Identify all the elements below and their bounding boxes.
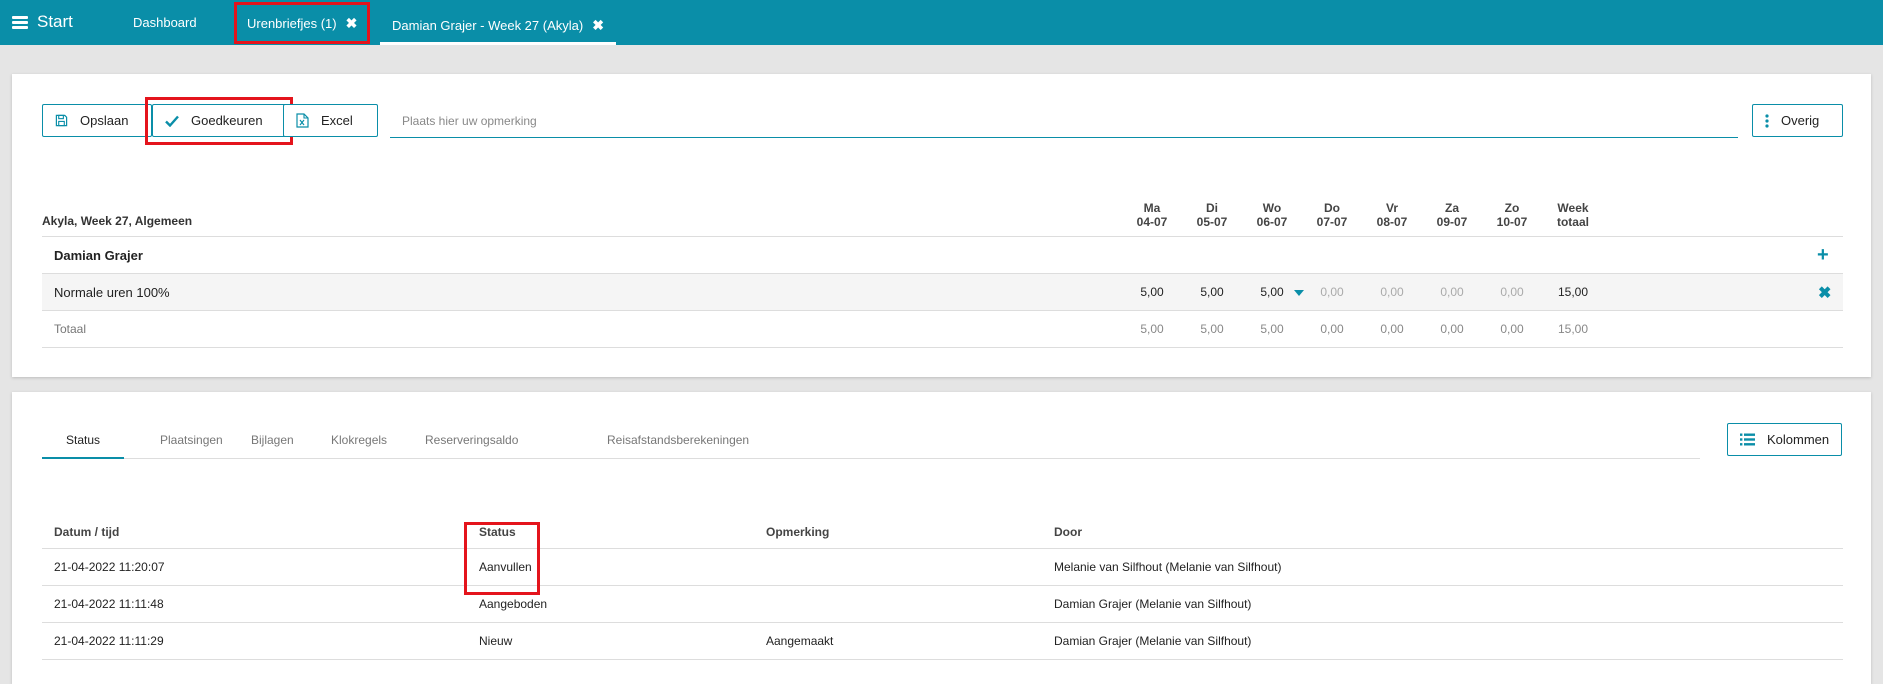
column-header-datetime[interactable]: Datum / tijd [54, 525, 119, 539]
table-row[interactable]: 21-04-2022 11:20:07 Aanvullen Melanie va… [42, 549, 1843, 586]
total-cell: 0,00 [1440, 322, 1464, 336]
columns-button-label: Kolommen [1767, 432, 1830, 447]
tab-dashboard[interactable]: Dashboard [133, 15, 197, 30]
tab-reserveringsaldo[interactable]: Reserveringsaldo [423, 432, 520, 457]
table-row[interactable]: 21-04-2022 11:11:29 Nieuw Aangemaakt Dam… [42, 623, 1843, 660]
save-button-label: Opslaan [80, 113, 129, 128]
column-header-remark[interactable]: Opmerking [766, 525, 829, 539]
hours-cell[interactable]: 0,00 [1422, 285, 1482, 299]
hours-table-header: Akyla, Week 27, Algemeen Ma 04-07 Di 05-07… [42, 198, 1843, 237]
tab-urenbriefjes[interactable]: Urenbriefjes (1) ✖ [234, 2, 371, 44]
day-header: Do 07-07 [1316, 201, 1348, 229]
approve-button-label: Goedkeuren [191, 113, 263, 128]
status-cell: Nieuw [479, 634, 513, 648]
status-cell: Aangeboden [479, 597, 548, 611]
tab-damian-week27[interactable]: Damian Grajer - Week 27 (Akyla) ✖ [380, 9, 616, 45]
hours-row-total: 15,00 [1557, 285, 1589, 299]
total-cell: 5,00 [1140, 322, 1164, 336]
timesheet-card: Opslaan Goedkeuren Excel Overig Akyla, W… [12, 74, 1871, 377]
employee-name: Damian Grajer [54, 248, 143, 263]
total-cell: 0,00 [1500, 322, 1524, 336]
check-icon [165, 115, 179, 127]
hours-cell[interactable]: 0,00 [1302, 285, 1362, 299]
hours-table-title: Akyla, Week 27, Algemeen [42, 214, 193, 228]
save-icon [55, 114, 68, 127]
status-table-header: Datum / tijd Status Opmerking Door [42, 522, 1843, 549]
main-menu-button[interactable]: Start [12, 12, 73, 32]
by-cell: Damian Grajer (Melanie van Silfhout) [1054, 597, 1252, 611]
day-header: Di 05-07 [1196, 201, 1228, 229]
status-table: Datum / tijd Status Opmerking Door 21-04… [42, 522, 1843, 660]
tab-urenbriefjes-label: Urenbriefjes (1) [247, 15, 337, 31]
excel-button-label: Excel [321, 113, 353, 128]
day-header: Ma 04-07 [1136, 201, 1168, 229]
hamburger-icon [12, 16, 28, 29]
hours-type-label: Normale uren 100% [54, 285, 170, 300]
total-cell: 5,00 [1260, 322, 1284, 336]
highlight-status [464, 522, 540, 595]
datetime-cell: 21-04-2022 11:20:07 [54, 560, 165, 574]
tab-reisafstandsberekeningen[interactable]: Reisafstandsberekeningen [605, 432, 751, 457]
total-cell: 0,00 [1320, 322, 1344, 336]
tab-dashboard-label: Dashboard [133, 15, 197, 30]
more-vertical-icon [1765, 113, 1769, 128]
excel-button[interactable]: Excel [283, 104, 378, 137]
close-icon[interactable]: ✖ [1818, 283, 1831, 303]
totals-label: Totaal [54, 322, 87, 336]
hours-cell[interactable]: 5,00 [1242, 285, 1302, 299]
remark-cell: Aangemaakt [766, 634, 834, 648]
table-row[interactable]: 21-04-2022 11:11:48 Aangeboden Damian Gr… [42, 586, 1843, 623]
tab-klokregels[interactable]: Klokregels [329, 432, 389, 457]
more-button[interactable]: Overig [1752, 104, 1843, 137]
day-header: Za 09-07 [1436, 201, 1468, 229]
top-navigation: Start Dashboard Urenbriefjes (1) ✖ Damia… [0, 0, 1883, 45]
employee-row: Damian Grajer + [42, 237, 1843, 274]
by-cell: Melanie van Silfhout (Melanie van Silfho… [1054, 560, 1282, 574]
total-cell: 5,00 [1200, 322, 1224, 336]
excel-icon [296, 113, 309, 128]
tab-bijlagen[interactable]: Bijlagen [249, 432, 296, 457]
approve-button[interactable]: Goedkeuren [152, 104, 286, 137]
day-header: Zo 10-07 [1496, 201, 1528, 229]
hours-cell[interactable]: 0,00 [1362, 285, 1422, 299]
columns-button[interactable]: Kolommen [1727, 423, 1842, 456]
total-cell: 0,00 [1380, 322, 1404, 336]
close-icon[interactable]: ✖ [592, 17, 604, 34]
datetime-cell: 21-04-2022 11:11:29 [54, 634, 164, 648]
detail-tabs: Status Plaatsingen Bijlagen Klokregels R… [42, 432, 1700, 459]
list-icon [1740, 433, 1755, 446]
column-header-by[interactable]: Door [1054, 525, 1082, 539]
hours-cell[interactable]: 5,00 [1122, 285, 1182, 299]
day-header: Wo 06-07 [1256, 201, 1288, 229]
datetime-cell: 21-04-2022 11:11:48 [54, 597, 164, 611]
close-icon[interactable]: ✖ [346, 15, 358, 32]
by-cell: Damian Grajer (Melanie van Silfhout) [1054, 634, 1252, 648]
tab-plaatsingen[interactable]: Plaatsingen [158, 432, 225, 457]
totals-row: Totaal 5,00 5,00 5,00 0,00 0,00 0,00 0,0… [42, 311, 1843, 348]
day-header: Vr 08-07 [1376, 201, 1408, 229]
hours-cell[interactable]: 5,00 [1182, 285, 1242, 299]
remark-input[interactable] [390, 104, 1738, 138]
hours-cell[interactable]: 0,00 [1482, 285, 1542, 299]
tab-status[interactable]: Status [42, 432, 125, 459]
more-button-label: Overig [1781, 113, 1820, 128]
grand-total: 15,00 [1557, 322, 1589, 336]
save-button[interactable]: Opslaan [42, 104, 152, 137]
details-card: Status Plaatsingen Bijlagen Klokregels R… [12, 392, 1871, 684]
plus-icon[interactable]: + [1817, 244, 1829, 267]
hours-table: Akyla, Week 27, Algemeen Ma 04-07 Di 05-07… [42, 198, 1843, 348]
week-total-header: Week totaal [1556, 201, 1589, 229]
hours-row: Normale uren 100% 5,00 5,00 5,00 0,00 0,… [42, 274, 1843, 311]
tab-damian-week27-label: Damian Grajer - Week 27 (Akyla) [392, 18, 584, 33]
main-menu-label: Start [37, 12, 73, 31]
